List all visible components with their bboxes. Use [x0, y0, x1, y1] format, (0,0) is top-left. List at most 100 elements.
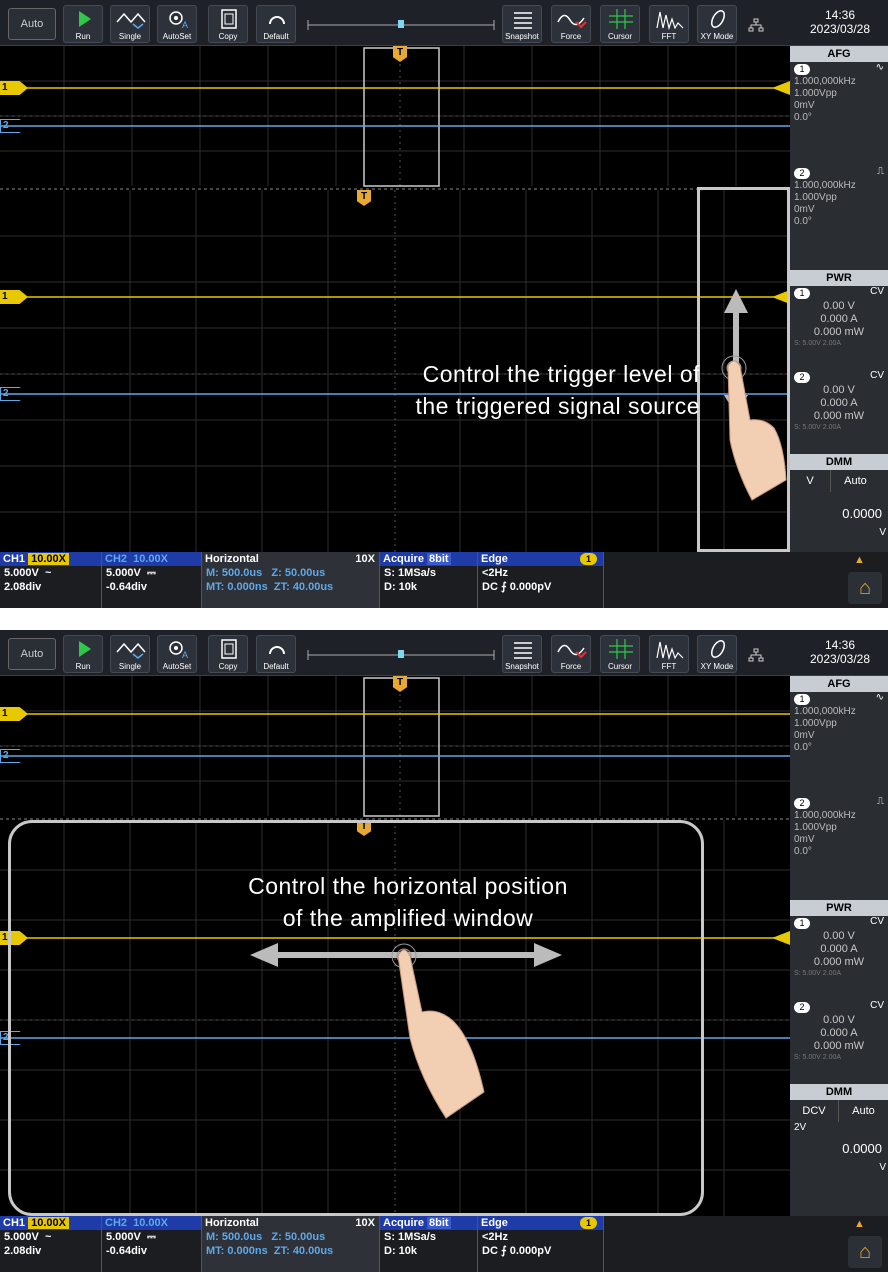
pwr-ch2-volts: 0.00 V	[823, 384, 855, 396]
snapshot-list-icon	[503, 636, 541, 662]
run-label: Run	[75, 662, 91, 671]
pwr-ch2-mode: CV	[870, 1000, 884, 1011]
fft-button[interactable]: FFT	[649, 635, 689, 673]
trigger-status[interactable]: Edge 1 <2Hz DC ⨍ 0.000pV	[478, 552, 604, 608]
acquire-status[interactable]: Acquire 8bit S: 1MSa/s D: 10k	[380, 1216, 478, 1272]
home-icon[interactable]: ⌂	[848, 572, 882, 604]
pwr-ch1[interactable]: 1 CV 0.00 V 0.000 A 0.000 mW S: 5.00V 2.0…	[790, 916, 888, 1000]
dmm-value: 0.0000	[842, 506, 882, 521]
acquire-label: Acquire	[383, 1217, 424, 1229]
copy-button[interactable]: Copy	[208, 5, 248, 43]
dmm-panel[interactable]: DCV Auto 2V 0.0000 V	[790, 1100, 888, 1210]
force-wave-icon	[552, 636, 590, 662]
pwr-ch2[interactable]: 2 CV 0.00 V 0.000 A 0.000 mW S: 5.00V 2.0…	[790, 1000, 888, 1084]
clock-time: 14:36	[824, 8, 856, 22]
home-icon[interactable]: ⌂	[848, 1236, 882, 1268]
sine-icon: ∿	[875, 62, 884, 73]
pwr-title[interactable]: PWR	[790, 270, 888, 286]
copy-button[interactable]: Copy	[208, 635, 248, 673]
cursor-button[interactable]: Cursor	[600, 5, 640, 43]
default-button[interactable]: Default	[256, 635, 296, 673]
pwr-ch2-volts: 0.00 V	[823, 1014, 855, 1026]
timebase-position-bar[interactable]	[306, 18, 496, 32]
acquire-bits: 8bit	[427, 553, 451, 565]
single-button[interactable]: Single	[110, 635, 150, 673]
afg-ch2[interactable]: 2 ⎍ 1.000,000kHz 1.000Vpp 0mV 0.0°	[790, 166, 888, 270]
ch2-status[interactable]: CH2 10.00X 5.000V ⎓ -0.64div	[102, 1216, 202, 1272]
trigger-label: Edge	[481, 553, 508, 565]
ch1-volts: 5.000V	[4, 1231, 39, 1243]
svg-text:A: A	[182, 650, 188, 660]
horizontal-status[interactable]: Horizontal 10X M: 500.0us Z: 50.00us MT: …	[202, 552, 380, 608]
horizontal-status[interactable]: Horizontal 10X M: 500.0us Z: 50.00us MT: …	[202, 1216, 380, 1272]
acquire-label: Acquire	[383, 553, 424, 565]
autoset-button[interactable]: A AutoSet	[157, 5, 197, 43]
xy-mode-button[interactable]: XY Mode	[697, 5, 737, 43]
horizontal-caption-line-1: Control the horizontal position	[248, 873, 568, 899]
waveform-display[interactable]: 1 2 1 2 T T	[0, 46, 790, 552]
auto-mode-button[interactable]: Auto	[8, 8, 56, 40]
force-button[interactable]: Force	[551, 635, 591, 673]
afg-ch2[interactable]: 2 ⎍ 1.000,000kHz 1.000Vpp 0mV 0.0°	[790, 796, 888, 900]
ch1-coupling: ~	[45, 1231, 52, 1243]
autoset-button[interactable]: A AutoSet	[157, 635, 197, 673]
ch1-status[interactable]: CH1 10.00X 5.000V ~ 2.08div	[0, 1216, 102, 1272]
force-button[interactable]: Force	[551, 5, 591, 43]
ch1-status[interactable]: CH1 10.00X 5.000V ~ 2.08div	[0, 552, 102, 608]
afg-ch1[interactable]: 1 ∿ 1.000,000kHz 1.000Vpp 0mV 0.0°	[790, 62, 888, 166]
status-bar: CH1 10.00X 5.000V ~ 2.08div CH2 10.00X 5…	[0, 552, 888, 608]
snapshot-button[interactable]: Snapshot	[502, 635, 542, 673]
xy-mode-button[interactable]: XY Mode	[697, 635, 737, 673]
scroll-up-icon[interactable]: ▲	[854, 554, 865, 566]
dmm-mode[interactable]: DCV	[790, 1100, 838, 1122]
cursor-button[interactable]: Cursor	[600, 635, 640, 673]
pwr-ch1-badge: 1	[794, 918, 810, 929]
fft-button[interactable]: FFT	[649, 5, 689, 43]
single-button[interactable]: Single	[110, 5, 150, 43]
ch2-label: CH2	[105, 1217, 128, 1229]
pwr-ch2[interactable]: 2 CV 0.00 V 0.000 A 0.000 mW S: 5.00V 2.0…	[790, 370, 888, 454]
square-icon: ⎍	[877, 796, 884, 807]
scroll-up-icon[interactable]: ▲	[854, 1218, 865, 1230]
main-time-offset: MT: 0.000ns	[206, 1245, 268, 1257]
afg-ch1-badge: 1	[794, 64, 810, 75]
dmm-title[interactable]: DMM	[790, 1084, 888, 1100]
run-button[interactable]: Run	[63, 635, 103, 673]
trigger-status[interactable]: Edge 1 <2Hz DC ⨍ 0.000pV	[478, 1216, 604, 1272]
afg-title[interactable]: AFG	[790, 676, 888, 692]
dmm-title[interactable]: DMM	[790, 454, 888, 470]
play-icon	[64, 6, 102, 32]
pwr-ch1-setpoint: S: 5.00V 2.00A	[794, 970, 842, 977]
pwr-ch1-badge: 1	[794, 288, 810, 299]
afg-ch1[interactable]: 1 ∿ 1.000,000kHz 1.000Vpp 0mV 0.0°	[790, 692, 888, 796]
acquire-bits: 8bit	[427, 1217, 451, 1229]
pwr-title[interactable]: PWR	[790, 900, 888, 916]
copy-icon	[209, 6, 247, 32]
pwr-ch1[interactable]: 1 CV 0.00 V 0.000 A 0.000 mW S: 5.00V 2.0…	[790, 286, 888, 370]
dmm-panel[interactable]: V Auto 0.0000 V	[790, 470, 888, 560]
zoom-time-offset: ZT: 40.00us	[273, 1245, 334, 1257]
snapshot-button[interactable]: Snapshot	[502, 5, 542, 43]
afg-title[interactable]: AFG	[790, 46, 888, 62]
run-button[interactable]: Run	[63, 5, 103, 43]
auto-mode-button[interactable]: Auto	[8, 638, 56, 670]
single-wave-icon	[111, 6, 149, 32]
force-wave-icon	[552, 6, 590, 32]
dmm-mode[interactable]: V	[790, 470, 830, 492]
waveform-display[interactable]: 1 2 1 2 T T	[0, 676, 790, 1216]
default-button[interactable]: Default	[256, 5, 296, 43]
sine-icon: ∿	[875, 692, 884, 703]
fft-spectrum-icon	[650, 636, 688, 662]
scope-screenshot-top: Auto Run Single A AutoSet Copy Default S…	[0, 0, 888, 608]
dmm-range[interactable]: Auto	[830, 470, 880, 492]
default-reset-icon	[257, 6, 295, 32]
dmm-unit: V	[879, 527, 886, 538]
single-label: Single	[118, 662, 142, 671]
acquire-status[interactable]: Acquire 8bit S: 1MSa/s D: 10k	[380, 552, 478, 608]
ch2-status[interactable]: CH2 10.00X 5.000V ⎓ -0.64div	[102, 552, 202, 608]
timebase-position-bar[interactable]	[306, 648, 496, 662]
dmm-range[interactable]: Auto	[838, 1100, 888, 1122]
afg-ch1-offset: 0mV	[794, 730, 815, 741]
afg-ch2-phase: 0.0°	[794, 846, 812, 857]
force-label: Force	[560, 32, 582, 41]
